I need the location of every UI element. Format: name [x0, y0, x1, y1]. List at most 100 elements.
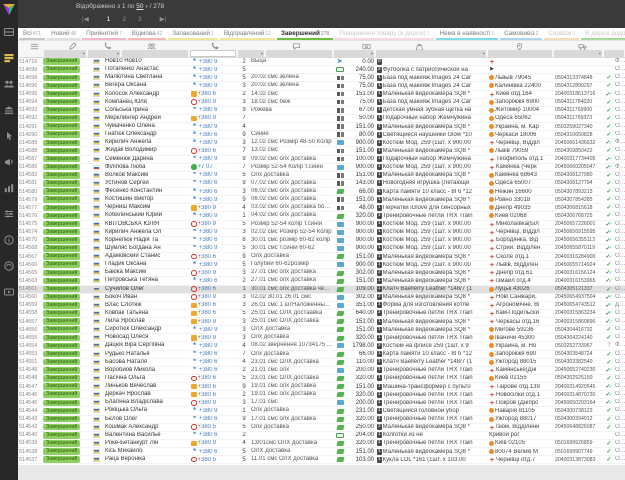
- table-row[interactable]: 514563 Завершений Петровська Тетяна *+38…: [18, 277, 625, 285]
- phone-link[interactable]: +380 6: [199, 237, 218, 243]
- table-row[interactable]: 514551 Завершений Басова Наталя *+380 6 …: [18, 359, 625, 367]
- phone-link[interactable]: +380 6: [198, 375, 217, 381]
- tab-accepted[interactable]: Прийнятий7: [82, 28, 126, 40]
- phone-link[interactable]: +380 9: [198, 115, 217, 121]
- table-row[interactable]: 514556 Завершений Сиротюк Олександр *+38…: [18, 326, 625, 334]
- phone-link[interactable]: +380 9: [199, 59, 218, 65]
- phone-link[interactable]: +380 9: [198, 221, 217, 227]
- tracking-number[interactable]: 0504307893213: [554, 188, 604, 195]
- tracking-number[interactable]: 20400318613716: [554, 91, 604, 98]
- tracking-number[interactable]: 0504303382540: [554, 359, 604, 366]
- table-row[interactable]: 514560 Завершений Бокоч Иван +380 9 3 02…: [18, 294, 625, 302]
- phone-link[interactable]: +380 9: [198, 335, 217, 341]
- table-row[interactable]: 514565 Завершений Баюка Максим +380 9 3 …: [18, 269, 625, 277]
- tracking-number[interactable]: 0504305121337: [554, 286, 604, 293]
- filter-count[interactable]: ▾: [238, 50, 264, 57]
- phone-link[interactable]: +380 9: [198, 294, 217, 300]
- table-row[interactable]: 514599 Завершений Потапенко Анастас *+38…: [18, 66, 625, 74]
- tracking-number[interactable]: 20400316156124: [554, 269, 604, 276]
- page-2-button[interactable]: 2: [122, 16, 126, 23]
- tracking-number[interactable]: 0501699907749: [554, 448, 604, 455]
- last-page-button[interactable]: ▶|: [160, 15, 167, 23]
- tab-completed[interactable]: Завершений278: [277, 28, 333, 40]
- phone-link[interactable]: +380 6: [198, 91, 217, 97]
- phone-link[interactable]: +380 6: [199, 132, 218, 138]
- tab-new[interactable]: Новий48: [47, 28, 80, 40]
- tracking-number[interactable]: 20450656915595: [554, 229, 604, 236]
- table-row[interactable]: 514594 Завершений Компанец Юля +380 9 3 …: [18, 99, 625, 107]
- tracking-number[interactable]: 0504311769900: [554, 107, 604, 114]
- phone-link[interactable]: +380 6: [198, 392, 217, 398]
- phone-link[interactable]: +380 9: [198, 99, 217, 105]
- phone-link[interactable]: +380 6: [198, 254, 217, 260]
- table-row[interactable]: 514557 Завершений Лила Ярослав +380 9 3 …: [18, 318, 625, 326]
- table-row[interactable]: 514586 Завершений Філіпова Люба +7 07 7 …: [18, 164, 625, 172]
- table-row[interactable]: 514591 Завершений Чумаченко Олена *+380 …: [18, 123, 625, 131]
- tab-on-way-home[interactable]: В дорозі додому: [581, 28, 625, 40]
- table-row[interactable]: 514549 Завершений Воробйов Микола *+380 …: [18, 367, 625, 375]
- phone-link[interactable]: +380 9: [199, 245, 218, 251]
- tab-return-in-transit[interactable]: Повернення товару (в дорозі)0: [335, 28, 433, 40]
- tracking-number[interactable]: 0504303548724: [554, 351, 604, 358]
- table-row[interactable]: 514540 Завершений Валентина Василье *+38…: [18, 432, 625, 440]
- phone-link[interactable]: +380 9: [199, 229, 218, 235]
- table-row[interactable]: 514588 Завершений Жидак Володимир +380 6…: [18, 147, 625, 155]
- sidebar-item-bank[interactable]: [0, 98, 18, 124]
- table-row[interactable]: 514543 Завершений Бєлов Олег *+380 6 9 1…: [18, 416, 625, 424]
- tab-declined[interactable]: Відмова42: [128, 28, 166, 40]
- phone-link[interactable]: +380 9: [199, 408, 218, 414]
- filter-ttn[interactable]: ▾: [554, 50, 602, 57]
- tracking-number[interactable]: 20450654937504: [554, 294, 604, 301]
- tracking-number[interactable]: 0504311784020: [554, 99, 604, 106]
- tracking-number[interactable]: 20450655870119: [554, 245, 604, 252]
- table-row[interactable]: 514580 Завершений Фесенко Константин *+3…: [18, 188, 625, 196]
- tracking-number[interactable]: 20450660205047: [554, 164, 604, 171]
- phone-link[interactable]: +380 5: [198, 424, 217, 430]
- tracking-number[interactable]: [554, 66, 604, 73]
- tracking-number[interactable]: 0504304224140: [554, 334, 604, 341]
- table-row[interactable]: 514567 Завершений Адамовский Станис +380…: [18, 253, 625, 261]
- tracking-number[interactable]: 0504306815618: [554, 204, 604, 211]
- phone-link[interactable]: +380 9: [199, 156, 218, 162]
- tracking-number[interactable]: 20400313873083: [554, 456, 604, 463]
- table-row[interactable]: 514542 Завершений Кошмак Александр +380 …: [18, 424, 625, 432]
- phone-link[interactable]: +380 6: [199, 351, 218, 357]
- phone-link[interactable]: +380 9: [198, 205, 217, 211]
- phone-link[interactable]: +380 6: [198, 384, 217, 390]
- table-row[interactable]: 514576 Завершений Кобилинський Юрий *+38…: [18, 212, 625, 220]
- tracking-number[interactable]: 0504309850422: [554, 147, 604, 154]
- tracking-number[interactable]: 0501699926859: [554, 440, 604, 447]
- tracking-number[interactable]: 20450657226001: [554, 221, 604, 228]
- tracking-number[interactable]: 20400316284900: [554, 253, 604, 260]
- table-row[interactable]: 514570 Завершений Корнелюк Надія Та *+38…: [18, 237, 625, 245]
- app-logo-icon[interactable]: [2, 2, 16, 16]
- table-row[interactable]: 514574 Завершений Кирилич Анжела Ол *+38…: [18, 229, 625, 237]
- phone-link[interactable]: +380 9: [198, 319, 217, 325]
- phone-link[interactable]: +380 9: [199, 197, 218, 203]
- tracking-number[interactable]: [554, 58, 604, 65]
- table-row[interactable]: 514596 Завершений Вегера Оксана *+380 9 …: [18, 82, 625, 90]
- phone-link[interactable]: +380 9: [198, 270, 217, 276]
- phone-link[interactable]: +380 6: [199, 432, 218, 438]
- phone-link[interactable]: +380 6: [198, 310, 217, 316]
- table-row[interactable]: 514581 Завершений Устинов Сергей *+380 6…: [18, 180, 625, 188]
- tracking-number[interactable]: 0504307854285: [554, 196, 604, 203]
- table-row[interactable]: 514582 Завершений Волков Максим *+380 9 …: [18, 172, 625, 180]
- phone-link[interactable]: +380 9: [199, 172, 218, 178]
- filter-comment[interactable]: [266, 50, 332, 57]
- tab-shipped[interactable]: Відправлений12: [220, 28, 275, 40]
- table-row[interactable]: 514716 Завершений Нов10 Нов10 *+380 9 2 …: [18, 58, 625, 66]
- table-row[interactable]: 514559 Завершений Влас Слотюк +380 6 3 2…: [18, 302, 625, 310]
- phone-link[interactable]: +380 6: [199, 367, 218, 373]
- table-row[interactable]: 514575 Завершений КВІТОВСЬКА ЮЛІЯ +380 9…: [18, 221, 625, 229]
- table-row[interactable]: 514587 Завершений Семенюк Дарина *+380 9…: [18, 156, 625, 164]
- phone-link[interactable]: +380 9: [199, 213, 218, 219]
- table-row[interactable]: 514546 Завершений Деркач Ярослав +380 6 …: [18, 391, 625, 399]
- first-page-button[interactable]: |◀: [82, 15, 89, 23]
- tracking-number[interactable]: 0503259027340: [554, 123, 604, 130]
- table-row[interactable]: 514598 Завершений Малютина Светлана *+38…: [18, 74, 625, 82]
- tracking-number[interactable]: 0503252733967: [554, 342, 604, 349]
- filter-client[interactable]: [604, 50, 624, 57]
- sidebar-item-dashboard[interactable]: [0, 20, 18, 46]
- table-row[interactable]: 514548 Завершений Пасічна Ольга +380 6 5…: [18, 375, 625, 383]
